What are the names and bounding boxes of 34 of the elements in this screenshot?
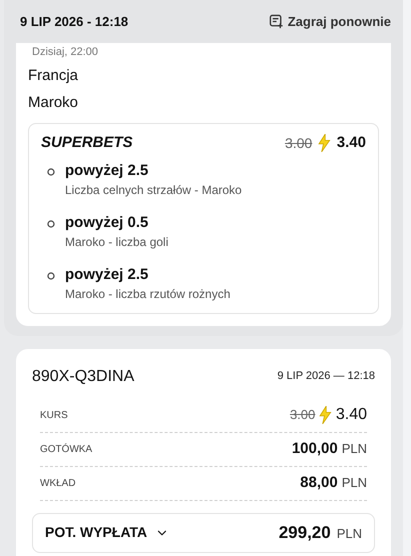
row-label: WKŁAD — [40, 476, 76, 490]
amount-value: 100,00 — [292, 438, 338, 459]
currency: PLN — [336, 524, 362, 543]
superbets-title: SUPERBETS — [41, 133, 133, 153]
old-odds: 3.00 — [284, 134, 312, 153]
currency: PLN — [342, 440, 367, 458]
event-time: Dzisiaj, 22:00 — [31, 45, 100, 60]
team-name: Maroko — [28, 93, 80, 113]
selection-pick: powyżej 2.5 — [65, 160, 150, 180]
timeline-dot-icon — [47, 272, 55, 280]
ticket-date: 9 LIP 2026 — 12:18 — [277, 369, 375, 384]
boosted-odds: 3.40 — [336, 133, 366, 153]
payout-toggle[interactable]: POT. WYPŁATA — [45, 522, 170, 543]
bet-date: 9 LIP 2026 - 12:18 — [20, 12, 128, 31]
selection-market: Maroko - liczba goli — [65, 234, 168, 250]
ticket-id: 890X-Q3DINA — [32, 366, 134, 386]
team-name: Francja — [28, 66, 80, 86]
old-odds: 3.00 — [290, 406, 316, 424]
payout-value: 299,20 — [278, 522, 331, 544]
replay-button[interactable]: Zagraj ponownie — [268, 12, 391, 32]
selection-pick: powyżej 0.5 — [65, 212, 150, 232]
timeline-dot-icon — [47, 168, 55, 176]
row-label: GOTÓWKA — [40, 442, 92, 456]
replay-list-icon — [268, 14, 284, 29]
selection-pick: powyżej 2.5 — [65, 264, 150, 284]
selection-market: Liczba celnych strzałów - Maroko — [65, 182, 242, 198]
row-label: KURS — [40, 408, 68, 422]
lightning-icon — [318, 134, 331, 152]
amount-value: 88,00 — [300, 472, 338, 493]
lightning-icon — [319, 406, 332, 424]
selection-market: Maroko - liczba rzutów rożnych — [65, 286, 230, 302]
timeline-dot-icon — [47, 220, 55, 228]
boosted-odds: 3.40 — [336, 405, 367, 425]
currency: PLN — [342, 474, 367, 492]
